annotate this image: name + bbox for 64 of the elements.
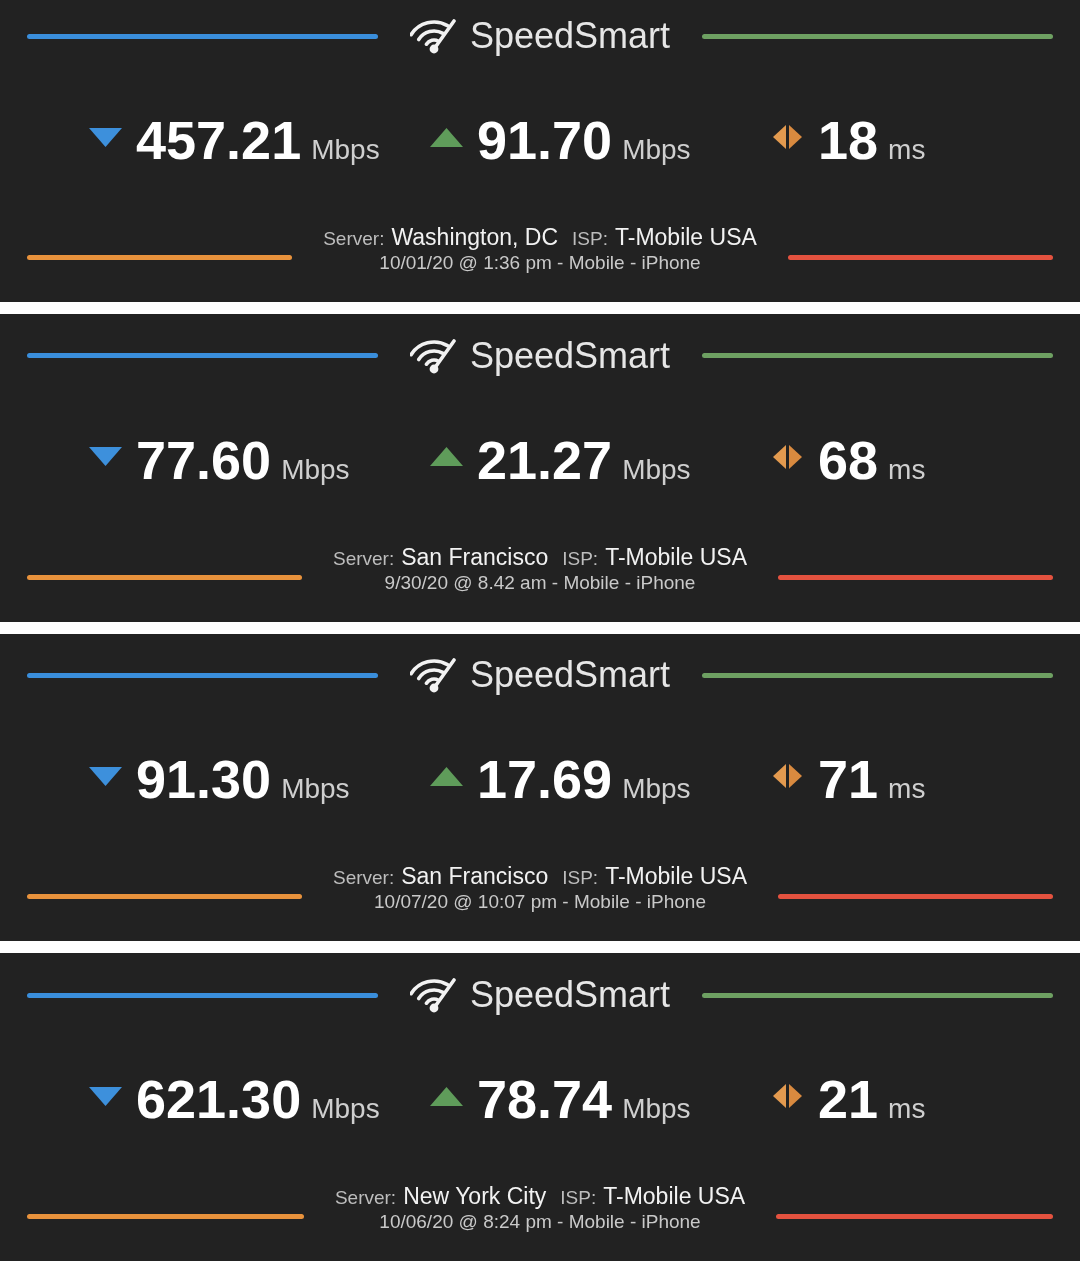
upload-speed: 78.74 <box>477 1072 613 1126</box>
speed-unit: Mbps <box>622 1095 691 1123</box>
server-label: Server: <box>333 546 395 571</box>
ping-unit: ms <box>888 455 926 484</box>
isp-name: T-Mobile USA <box>605 542 748 571</box>
isp-label: ISP: <box>562 866 599 891</box>
wifi-gauge-icon <box>409 976 456 1014</box>
wifi-gauge-icon <box>409 17 456 55</box>
server-label: Server: <box>333 866 395 891</box>
app-name: SpeedSmart <box>469 657 671 694</box>
speed-unit: Mbps <box>622 136 691 164</box>
down-triangle-icon <box>89 127 122 147</box>
download-speed: 621.30 <box>136 1072 302 1126</box>
server-label: Server: <box>334 1186 397 1210</box>
split-diamond-icon <box>773 764 802 789</box>
download-speed: 457.21 <box>136 113 302 167</box>
ping-unit: ms <box>888 136 926 164</box>
speed-unit: Mbps <box>622 775 691 804</box>
upload-speed: 17.69 <box>477 752 613 807</box>
ping-time: 18 <box>818 113 879 167</box>
ping-time: 21 <box>818 1072 879 1126</box>
isp-label: ISP: <box>562 546 599 571</box>
speed-unit: Mbps <box>281 775 350 804</box>
speed-unit: Mbps <box>281 455 350 484</box>
split-diamond-icon <box>773 1084 802 1108</box>
isp-name: T-Mobile USA <box>603 1182 746 1210</box>
test-details: 9/30/20 @ 8.42 am - Mobile - iPhone <box>384 570 696 595</box>
speed-unit: Mbps <box>622 455 691 484</box>
split-diamond-icon <box>773 125 802 149</box>
upload-speed: 21.27 <box>477 432 613 487</box>
app-name: SpeedSmart <box>469 977 671 1013</box>
server-name: San Francisco <box>401 862 549 891</box>
upload-speed: 91.70 <box>477 113 613 167</box>
down-triangle-icon <box>89 766 122 786</box>
server-name: San Francisco <box>401 542 549 571</box>
split-diamond-icon <box>773 444 802 469</box>
down-triangle-icon <box>89 1086 122 1106</box>
isp-label: ISP: <box>560 1186 597 1210</box>
up-triangle-icon <box>430 766 463 786</box>
app-name: SpeedSmart <box>469 337 671 374</box>
download-speed: 91.30 <box>136 752 272 807</box>
ping-time: 68 <box>818 432 879 487</box>
ping-time: 71 <box>818 752 879 807</box>
up-triangle-icon <box>430 127 463 147</box>
up-triangle-icon <box>430 1086 463 1106</box>
server-name: Washington, DC <box>391 223 559 251</box>
isp-name: T-Mobile USA <box>605 862 748 891</box>
isp-name: T-Mobile USA <box>614 223 757 251</box>
down-triangle-icon <box>89 447 122 467</box>
server-label: Server: <box>323 227 385 251</box>
isp-label: ISP: <box>572 227 608 251</box>
test-details: 10/01/20 @ 1:36 pm - Mobile - iPhone <box>379 251 701 275</box>
speed-unit: Mbps <box>311 1095 380 1123</box>
wifi-gauge-icon <box>409 336 456 375</box>
test-details: 10/07/20 @ 10:07 pm - Mobile - iPhone <box>374 890 706 915</box>
up-triangle-icon <box>430 447 463 467</box>
download-speed: 77.60 <box>136 432 272 487</box>
test-details: 10/06/20 @ 8:24 pm - Mobile - iPhone <box>379 1210 701 1234</box>
ping-unit: ms <box>888 1095 926 1123</box>
server-name: New York City <box>403 1182 547 1210</box>
app-name: SpeedSmart <box>469 18 671 54</box>
ping-unit: ms <box>888 775 926 804</box>
speed-unit: Mbps <box>311 136 380 164</box>
wifi-gauge-icon <box>409 656 456 695</box>
